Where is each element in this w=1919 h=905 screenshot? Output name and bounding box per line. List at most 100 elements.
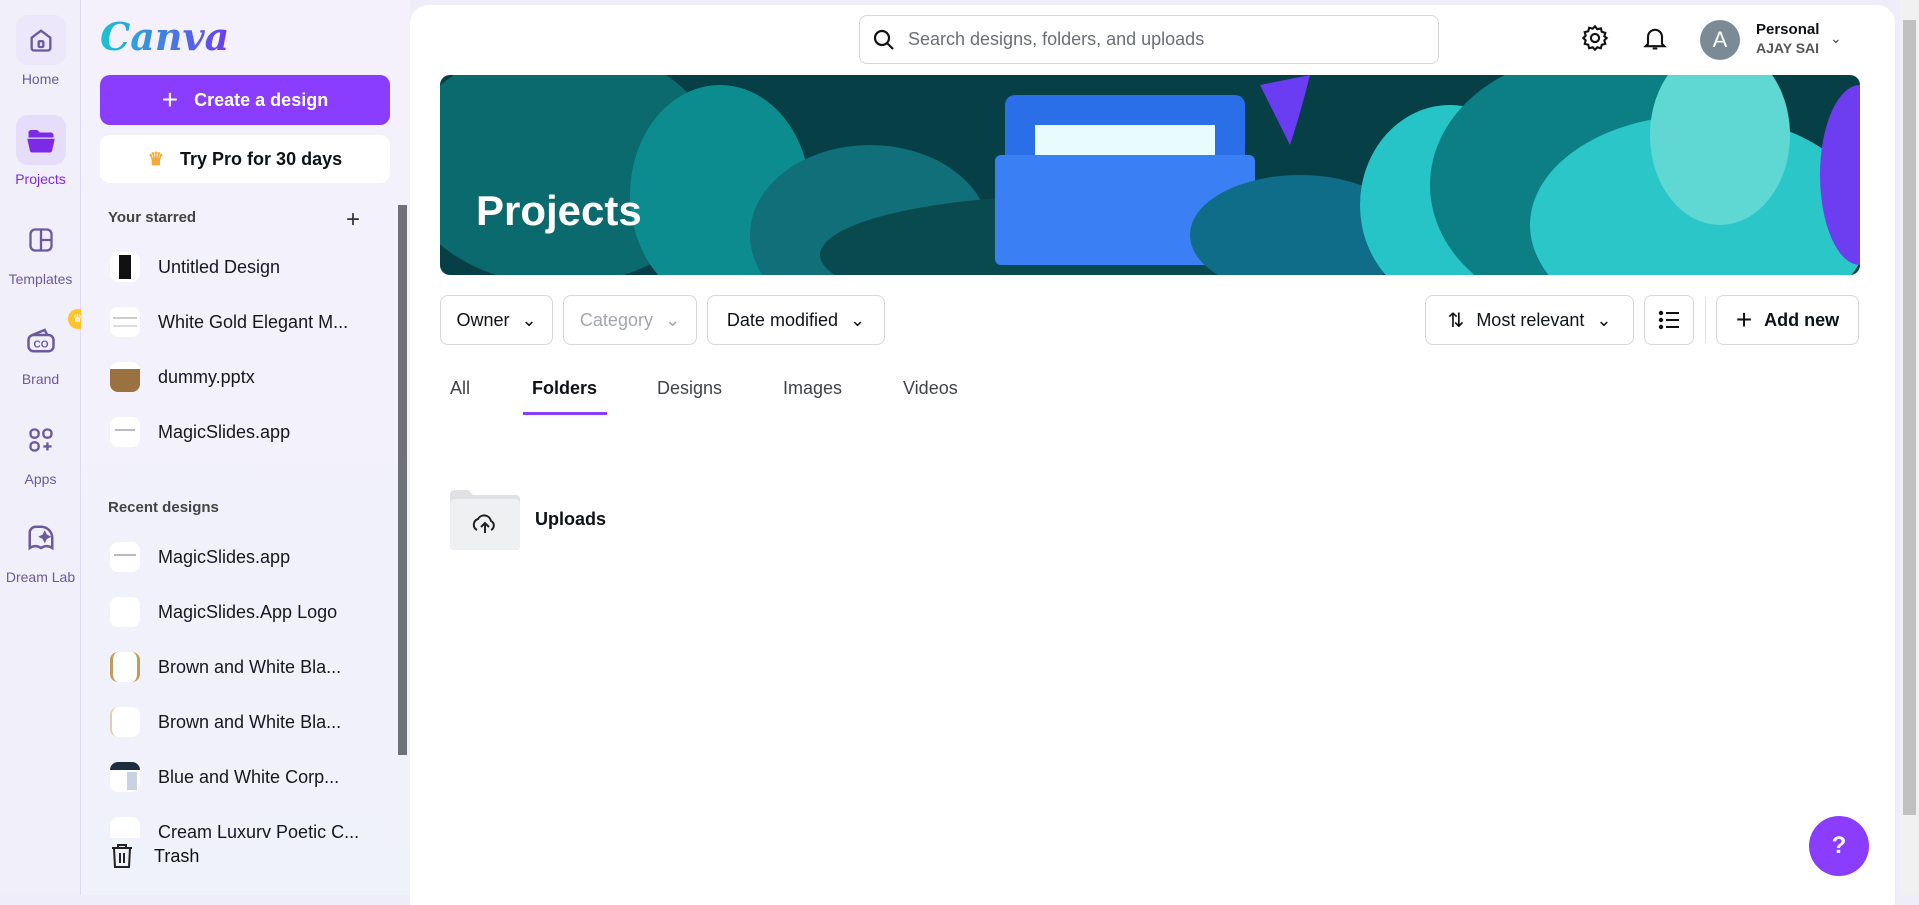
apps-icon: [16, 415, 66, 465]
divider: [1705, 297, 1706, 343]
brand-icon: CO ♛: [16, 309, 88, 365]
account-name: AJAY SAI: [1756, 40, 1820, 56]
canva-logo[interactable]: Canva: [100, 14, 229, 59]
try-pro-label: Try Pro for 30 days: [180, 148, 343, 169]
chevron-down-icon[interactable]: ⌄: [1830, 30, 1842, 47]
trash-link[interactable]: Trash: [110, 843, 199, 869]
item-label: Brown and White Bla...: [158, 656, 342, 677]
rail-dream-lab[interactable]: Dream Lab: [0, 513, 81, 585]
chevron-down-icon: ⌄: [1596, 309, 1612, 330]
design-thumbnail: [110, 417, 140, 447]
create-design-label: Create a design: [194, 89, 329, 110]
starred-item[interactable]: MagicSlides.app: [110, 412, 290, 452]
create-design-button[interactable]: + Create a design: [100, 75, 390, 125]
recent-item[interactable]: Brown and White Bla...: [110, 702, 341, 742]
filter-label: Date modified: [726, 309, 838, 330]
list-view-button[interactable]: [1644, 295, 1694, 345]
tab-videos[interactable]: Videos: [903, 378, 958, 399]
help-button[interactable]: ?: [1809, 816, 1869, 876]
recent-item[interactable]: Brown and White Bla...: [110, 647, 341, 687]
item-label: Untitled Design: [158, 256, 281, 277]
gear-icon[interactable]: [1581, 24, 1609, 52]
svg-text:CO: CO: [33, 340, 48, 351]
rail-projects[interactable]: Projects: [0, 115, 81, 187]
trash-icon: [112, 844, 132, 868]
dream-lab-icon: [16, 513, 66, 563]
rail-apps[interactable]: Apps: [0, 415, 81, 487]
uploads-folder-icon[interactable]: [450, 490, 520, 550]
search-bar[interactable]: [859, 15, 1439, 64]
folder-icon: [15, 115, 66, 165]
try-pro-button[interactable]: ♛ Try Pro for 30 days: [100, 135, 390, 183]
item-label: White Gold Elegant M...: [158, 311, 349, 332]
item-label: MagicSlides.app: [158, 421, 291, 442]
item-label: MagicSlides.App Logo: [158, 601, 338, 622]
templates-icon: [16, 215, 66, 265]
chevron-down-icon: ⌄: [664, 309, 681, 330]
starred-item[interactable]: White Gold Elegant M...: [110, 302, 348, 342]
rail-label: Home: [21, 71, 60, 87]
tab-all[interactable]: All: [450, 378, 470, 399]
rail-label: Apps: [24, 471, 57, 487]
tab-images[interactable]: Images: [783, 378, 842, 399]
account-switcher[interactable]: Personal AJAY SAI: [1756, 21, 1819, 56]
chevron-down-icon: ⌄: [521, 309, 537, 330]
starred-item[interactable]: Untitled Design: [110, 247, 280, 287]
design-thumbnail: [110, 597, 140, 627]
rail-home[interactable]: Home: [0, 15, 81, 87]
avatar[interactable]: A: [1700, 20, 1740, 60]
add-new-button[interactable]: + Add new: [1716, 295, 1859, 345]
projects-banner: Projects: [440, 75, 1860, 275]
search-input[interactable]: [908, 29, 1438, 50]
item-label: Blue and White Corp...: [158, 766, 340, 787]
banner-illustration: [440, 75, 1860, 275]
add-starred-button[interactable]: +: [346, 206, 360, 234]
plus-icon: +: [1735, 304, 1753, 335]
recent-designs-list: MagicSlides.app MagicSlides.App Logo Bro…: [81, 520, 410, 838]
tab-designs[interactable]: Designs: [657, 378, 722, 399]
sort-label: Most relevant: [1476, 309, 1585, 330]
search-icon: [873, 29, 894, 50]
bell-icon[interactable]: [1641, 24, 1669, 52]
rail-label: Projects: [15, 171, 66, 187]
design-thumbnail: [110, 707, 140, 737]
account-type: Personal: [1756, 21, 1820, 38]
owner-filter[interactable]: Owner ⌄: [440, 295, 553, 345]
design-thumbnail: [110, 542, 140, 572]
recent-heading: Recent designs: [108, 499, 219, 516]
tab-folders[interactable]: Folders: [532, 378, 597, 399]
list-view-icon: [1658, 310, 1679, 330]
item-label: MagicSlides.app: [158, 546, 291, 567]
date-modified-filter[interactable]: Date modified ⌄: [707, 295, 885, 345]
folder-name[interactable]: Uploads: [535, 509, 606, 530]
rail-label: Brand: [21, 371, 60, 387]
rail-brand[interactable]: CO ♛ Brand: [0, 309, 88, 387]
design-thumbnail: [110, 652, 140, 682]
trash-label: Trash: [154, 845, 200, 866]
filter-label: Owner: [456, 309, 510, 330]
add-new-label: Add new: [1764, 309, 1840, 330]
item-label: Brown and White Bla...: [158, 711, 342, 732]
item-label: dummy.pptx: [158, 366, 255, 387]
design-thumbnail: [110, 362, 140, 392]
rail-label: Templates: [8, 271, 73, 287]
starred-item[interactable]: dummy.pptx: [110, 357, 255, 397]
page-scrollbar[interactable]: [1900, 0, 1919, 895]
design-thumbnail: [110, 252, 140, 282]
rail-templates[interactable]: Templates: [0, 215, 81, 287]
recent-item[interactable]: MagicSlides.App Logo: [110, 592, 337, 632]
sort-icon: ⇅: [1447, 309, 1465, 332]
filter-label: Category: [579, 309, 653, 330]
sort-dropdown[interactable]: ⇅ Most relevant ⌄: [1425, 295, 1634, 345]
recent-item[interactable]: Blue and White Corp...: [110, 757, 339, 797]
recent-item[interactable]: MagicSlides.app: [110, 537, 290, 577]
side-panel-scrollbar[interactable]: [398, 205, 407, 755]
active-tab-indicator: [523, 412, 607, 415]
icon-rail: Home Projects Templates CO ♛ Brand Apps D…: [0, 0, 88, 895]
recent-item[interactable]: Cream Luxury Poetic C...: [110, 812, 359, 838]
design-thumbnail: [110, 307, 140, 337]
scrollbar-thumb[interactable]: [1903, 20, 1916, 815]
category-filter[interactable]: Category ⌄: [563, 295, 697, 345]
item-label: Cream Luxury Poetic C...: [158, 821, 360, 839]
design-thumbnail: [110, 817, 140, 838]
